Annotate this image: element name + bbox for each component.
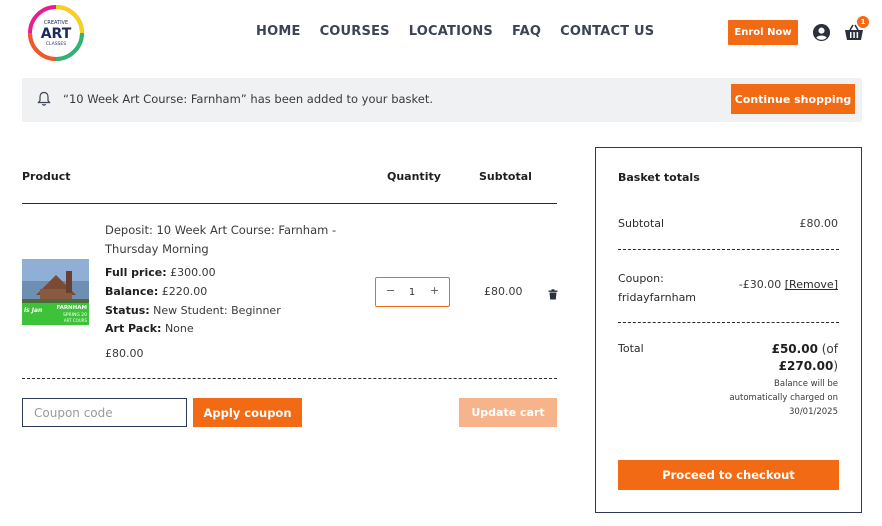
total-of-suffix: )	[833, 359, 838, 373]
apply-coupon-button[interactable]: Apply coupon	[193, 398, 302, 427]
meta-label: Full price:	[105, 266, 167, 279]
meta-label: Status:	[105, 304, 150, 317]
meta-value: £300.00	[170, 266, 216, 279]
column-header-subtotal: Subtotal	[479, 170, 532, 183]
column-header-product: Product	[22, 170, 71, 183]
nav-faq[interactable]: FAQ	[512, 24, 541, 39]
product-price: £80.00	[105, 347, 144, 360]
meta-value: None	[164, 322, 194, 335]
meta-art-pack: Art Pack: None	[105, 322, 345, 335]
meta-value: New Student: Beginner	[153, 304, 281, 317]
proceed-to-checkout-button[interactable]: Proceed to checkout	[618, 460, 839, 490]
enrol-now-button[interactable]: Enrol Now	[728, 20, 798, 45]
nav-courses[interactable]: COURSES	[320, 24, 390, 39]
basket-totals-panel: Basket totals Subtotal £80.00 Coupon: fr…	[595, 147, 862, 513]
balance-note: Balance will be automatically charged on…	[729, 379, 838, 417]
logo-graphic: CREATIVE ART CLASSES	[28, 5, 84, 61]
remove-coupon-link[interactable]: [Remove]	[785, 278, 838, 291]
coupon-discount: -£30.00 [Remove]	[739, 278, 838, 291]
notice-message: “10 Week Art Course: Farnham” has been a…	[63, 92, 434, 106]
total-of-prefix: (of	[821, 342, 838, 356]
coupon-amount: -£30.00	[738, 278, 782, 291]
total-full-amount: £270.00	[778, 359, 834, 373]
thumbnail-left-text: ls Jan	[24, 307, 42, 314]
quantity-increase-button[interactable]: +	[430, 284, 439, 297]
meta-label: Balance:	[105, 285, 159, 298]
product-name-link[interactable]: Deposit: 10 Week Art Course: Farnham - T…	[105, 221, 345, 259]
site-logo[interactable]: CREATIVE ART CLASSES	[28, 5, 84, 61]
totals-divider	[618, 322, 839, 323]
total-amount: £50.00	[771, 342, 818, 356]
thumbnail-banner-line1: FARNHAM	[56, 305, 87, 311]
quantity-decrease-button[interactable]: −	[386, 284, 395, 297]
line-subtotal: £80.00	[484, 285, 523, 298]
subtotal-value: £80.00	[799, 217, 839, 230]
added-to-basket-notice: “10 Week Art Course: Farnham” has been a…	[22, 78, 862, 122]
nav-locations[interactable]: LOCATIONS	[409, 24, 493, 39]
product-thumbnail[interactable]: ls Jan FARNHAM SPRING 20 ART COURS	[22, 259, 89, 325]
meta-value: £220.00	[161, 285, 208, 298]
user-circle-icon[interactable]	[812, 23, 831, 42]
quantity-input[interactable]	[404, 284, 420, 300]
coupon-code-input[interactable]	[22, 398, 187, 427]
total-value: £50.00 (of £270.00)	[718, 341, 838, 375]
trash-icon[interactable]	[548, 285, 558, 300]
main-nav: HOME COURSES LOCATIONS FAQ CONTACT US	[256, 24, 654, 39]
meta-balance: Balance: £220.00	[105, 285, 345, 298]
logo-text-bottom: CLASSES	[46, 41, 66, 47]
logo-text-main: ART	[41, 26, 72, 42]
meta-full-price: Full price: £300.00	[105, 266, 345, 279]
coupon-label: Coupon: fridayfarnham	[618, 272, 697, 304]
totals-divider	[618, 249, 839, 250]
cart-actions-divider	[22, 378, 557, 379]
basket-totals-title: Basket totals	[618, 171, 700, 184]
meta-status: Status: New Student: Beginner	[105, 304, 345, 317]
nav-contact-us[interactable]: CONTACT US	[560, 24, 654, 39]
update-cart-button[interactable]: Update cart	[459, 398, 557, 427]
continue-shopping-button[interactable]: Continue shopping	[731, 84, 855, 114]
thumbnail-banner-line3: ART COURS	[64, 318, 88, 323]
basket-count-badge: 1	[857, 16, 869, 28]
subtotal-label: Subtotal	[618, 217, 665, 230]
total-label: Total	[618, 342, 644, 355]
bell-icon	[37, 91, 51, 107]
quantity-stepper: − +	[375, 277, 450, 307]
table-header-divider	[22, 203, 557, 204]
column-header-quantity: Quantity	[387, 170, 441, 183]
nav-home[interactable]: HOME	[256, 24, 301, 39]
meta-label: Art Pack:	[105, 322, 162, 335]
